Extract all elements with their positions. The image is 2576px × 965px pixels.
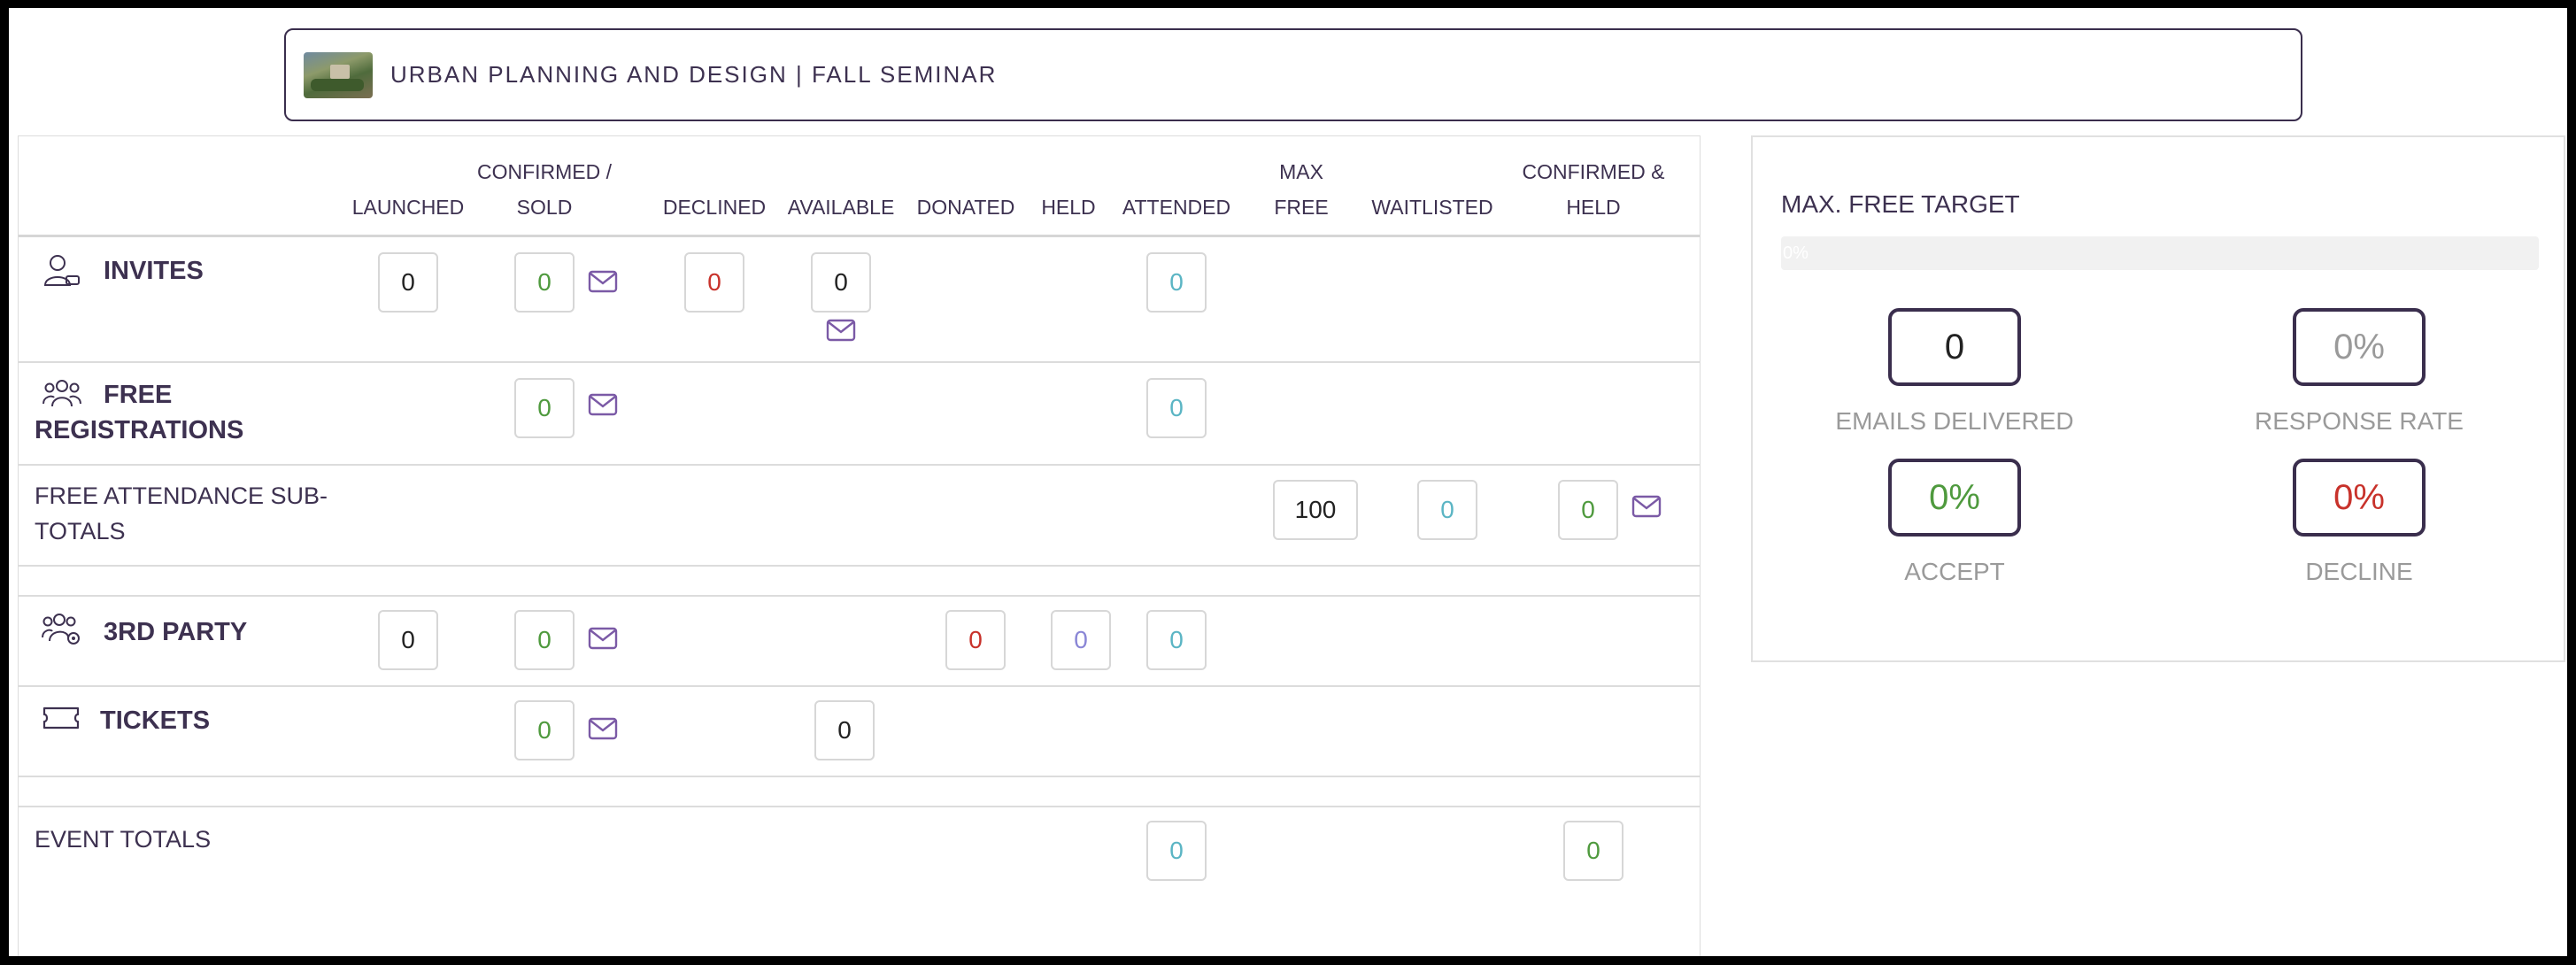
event-totals-attended[interactable]: 0: [1146, 821, 1207, 881]
invites-declined[interactable]: 0: [684, 252, 744, 313]
third-party-donated[interactable]: 0: [945, 610, 1006, 670]
invites-attended[interactable]: 0: [1146, 252, 1207, 313]
ticket-icon: [42, 706, 80, 730]
mail-icon[interactable]: [1631, 495, 1662, 518]
third-party-confirmed[interactable]: 0: [514, 610, 575, 670]
third-party-launched[interactable]: 0: [378, 610, 438, 670]
row-label-event-totals: EVENT TOTALS: [35, 826, 212, 853]
free-confirmed[interactable]: 0: [514, 378, 575, 438]
progress-label: 0%: [1783, 243, 1809, 263]
row-invites: INVITES 0 0 0 0 0: [19, 237, 1700, 363]
mail-icon[interactable]: [588, 270, 618, 293]
event-title: URBAN PLANNING AND DESIGN | FALL SEMINAR: [390, 61, 998, 88]
invites-available[interactable]: 0: [811, 252, 871, 313]
col-launched: LAUNCHED: [351, 196, 465, 219]
target-progress-bar: 0%: [1781, 236, 2539, 270]
row-label-registrations: REGISTRATIONS: [35, 416, 244, 444]
col-max-free: MAX FREE: [1274, 160, 1329, 219]
invites-launched[interactable]: 0: [378, 252, 438, 313]
mail-icon[interactable]: [826, 319, 856, 342]
response-rate-label: RESPONSE RATE: [2255, 407, 2464, 435]
max-free-target-title: MAX. FREE TARGET: [1781, 190, 2020, 218]
table-header: LAUNCHED CONFIRMED / SOLD DECLINED AVAILA…: [19, 136, 1700, 237]
waitlisted-value[interactable]: 0: [1417, 480, 1477, 540]
row-label-subtotals-2: TOTALS: [35, 518, 126, 544]
attendance-table: LAUNCHED CONFIRMED / SOLD DECLINED AVAILA…: [18, 135, 1701, 956]
emails-delivered-value: 0: [1888, 308, 2021, 386]
users-gear-icon: [42, 614, 80, 645]
row-spacer: [19, 567, 1700, 597]
row-event-totals: EVENT TOTALS 0 0: [19, 807, 1700, 956]
row-tickets: TICKETS 0 0: [19, 687, 1700, 777]
event-totals-confirmed-held[interactable]: 0: [1563, 821, 1623, 881]
mail-icon[interactable]: [588, 627, 618, 650]
row-free-attendance-subtotals: FREE ATTENDANCE SUB- TOTALS 100 0 0: [19, 466, 1700, 567]
third-party-held[interactable]: 0: [1051, 610, 1111, 670]
users-icon: [42, 380, 81, 407]
app-frame: URBAN PLANNING AND DESIGN | FALL SEMINAR…: [9, 8, 2567, 956]
decline-value: 0%: [2293, 459, 2426, 537]
confirmed-held-value[interactable]: 0: [1558, 480, 1618, 540]
free-attended[interactable]: 0: [1146, 378, 1207, 438]
row-third-party: 3RD PARTY 0 0 0 0 0: [19, 597, 1700, 687]
stats-panel: MAX. FREE TARGET 0% 0 EMAILS DELIVERED 0…: [1751, 135, 2565, 662]
event-header: URBAN PLANNING AND DESIGN | FALL SEMINAR: [284, 28, 2302, 121]
accept-value: 0%: [1888, 459, 2021, 537]
tickets-confirmed[interactable]: 0: [514, 700, 575, 760]
user-icon: [43, 255, 80, 286]
row-spacer: [19, 777, 1700, 807]
accept-label: ACCEPT: [1904, 558, 2005, 585]
col-confirmed-held: CONFIRMED & HELD: [1522, 160, 1665, 219]
response-rate-value: 0%: [2293, 308, 2426, 386]
mail-icon[interactable]: [588, 717, 618, 740]
event-thumbnail: [304, 51, 373, 98]
mail-icon[interactable]: [588, 393, 618, 416]
row-label-free: FREE: [104, 381, 173, 409]
row-label-tickets: TICKETS: [100, 706, 211, 735]
row-label-subtotals-1: FREE ATTENDANCE SUB-: [35, 482, 328, 509]
row-label-invites: INVITES: [104, 257, 204, 285]
col-confirmed: CONFIRMED / SOLD: [476, 160, 613, 219]
invites-confirmed[interactable]: 0: [514, 252, 575, 313]
emails-delivered-label: EMAILS DELIVERED: [1835, 407, 2074, 435]
col-waitlisted: WAITLISTED: [1371, 196, 1493, 219]
decline-label: DECLINE: [2305, 558, 2413, 585]
row-free-registrations: FREE REGISTRATIONS 0 0: [19, 363, 1700, 466]
tickets-available[interactable]: 0: [814, 700, 875, 760]
max-free-value[interactable]: 100: [1273, 480, 1358, 540]
row-label-third-party: 3RD PARTY: [104, 618, 248, 646]
third-party-attended[interactable]: 0: [1146, 610, 1207, 670]
